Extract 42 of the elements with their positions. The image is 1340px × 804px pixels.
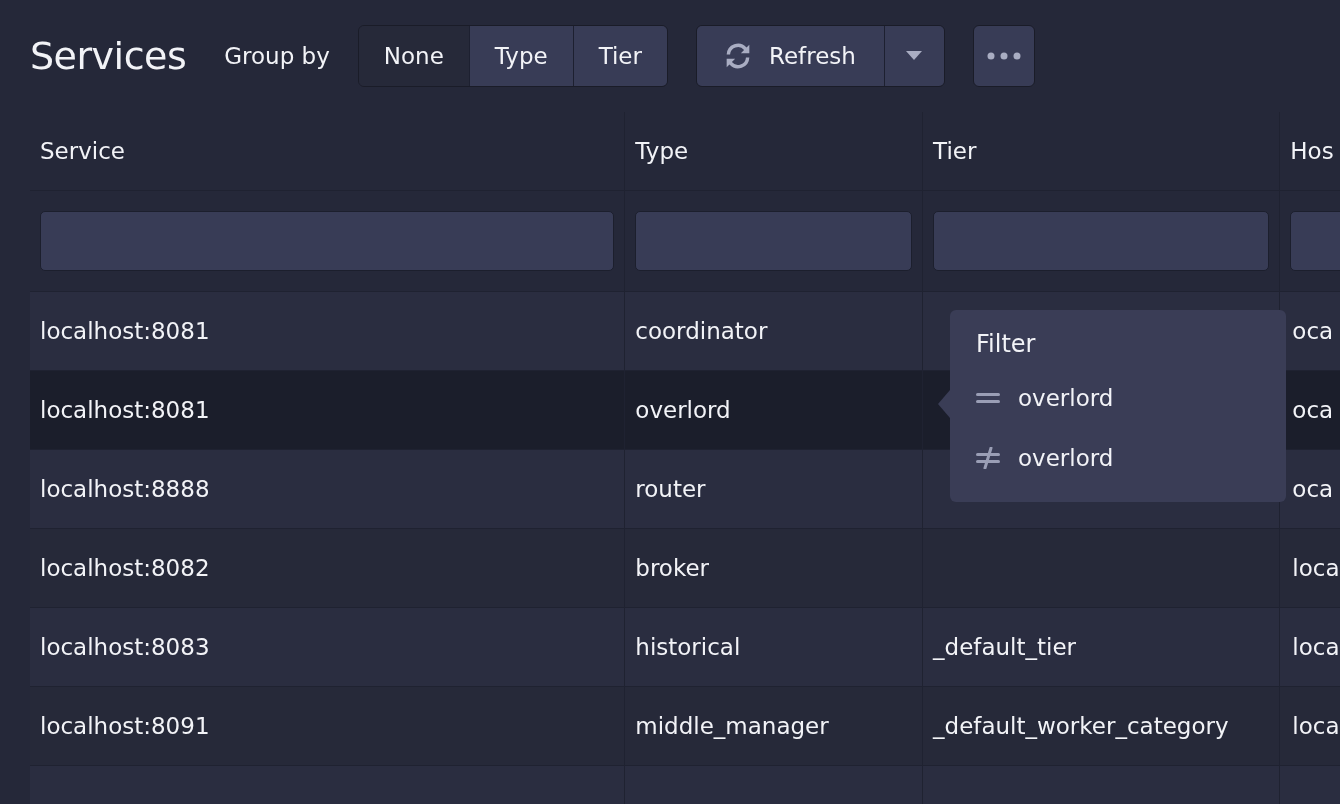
table-cell: _default_tier (933, 634, 1076, 660)
table-cell: localhost:8081 (40, 318, 210, 344)
column-header[interactable]: Type (625, 112, 924, 190)
table-cell: localhost:8083 (40, 634, 210, 660)
filter-option[interactable]: overlord (976, 368, 1286, 428)
column-header[interactable]: Tier (923, 112, 1281, 190)
page-title: Services (30, 34, 187, 78)
not-equals-icon (976, 447, 1000, 469)
group-by-option[interactable]: Tier (572, 26, 667, 86)
equals-icon (976, 391, 1000, 405)
table-cell: coordinator (635, 318, 768, 344)
table-cell: broker (635, 555, 710, 581)
table-cell: _default_worker_category (933, 713, 1229, 739)
table-cell-text: oca (1291, 318, 1334, 344)
filter-input[interactable] (40, 211, 615, 271)
filter-input[interactable] (933, 211, 1270, 271)
table-cell: middle_manager (635, 713, 829, 739)
table-cell: localhost:8888 (40, 476, 210, 502)
table-cell: overlord (635, 397, 731, 423)
table-cell-text: oca (1291, 397, 1334, 423)
dropdown-button[interactable] (883, 26, 944, 86)
table-cell-text: loca (1291, 713, 1340, 739)
filter-input[interactable] (635, 211, 913, 271)
table-cell-text: loca (1291, 555, 1340, 581)
more-button[interactable] (972, 25, 1035, 87)
filter-option[interactable]: overlord (976, 428, 1286, 488)
group-by-label: Group by (224, 43, 330, 69)
popover-title: Filter (976, 330, 1037, 358)
filter-input[interactable] (1290, 211, 1340, 271)
table-cell: localhost:8082 (40, 555, 210, 581)
table-cell-text: loca (1291, 634, 1340, 660)
column-header[interactable]: Service (30, 112, 626, 190)
group-by-option[interactable]: Type (468, 26, 573, 86)
table-cell-text: oca (1291, 476, 1334, 502)
table-cell: router (635, 476, 706, 502)
table-cell: localhost:8081 (40, 397, 210, 423)
column-header[interactable]: Hos (1280, 112, 1340, 190)
caret-icon (906, 51, 923, 61)
table-cell: historical (635, 634, 741, 660)
refresh-button[interactable]: Refresh (697, 26, 884, 86)
table-cell: localhost:8091 (40, 713, 210, 739)
more-icon (986, 52, 1021, 60)
